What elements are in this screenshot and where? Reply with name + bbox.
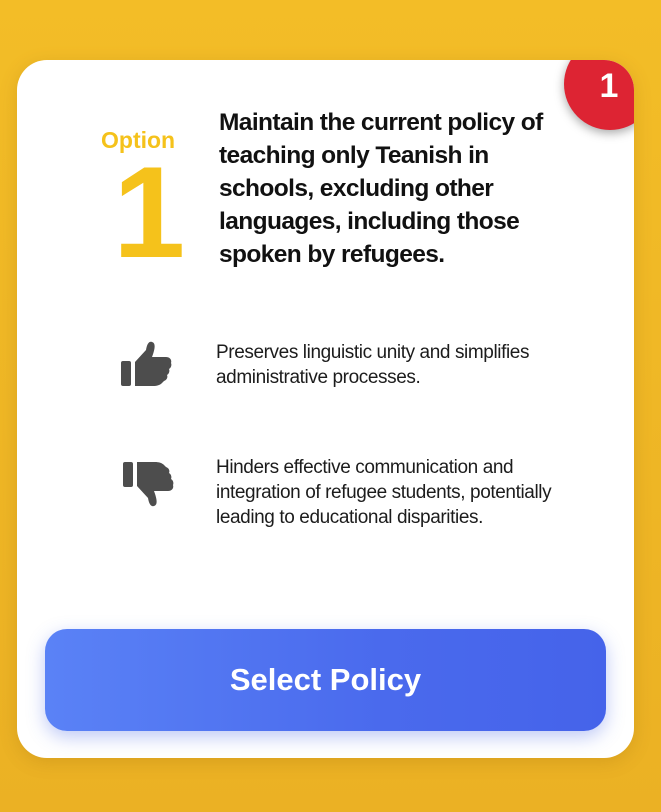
- thumbs-up-icon: [116, 336, 176, 396]
- con-text: Hinders effective communication and inte…: [216, 457, 552, 528]
- policy-option-card: 1 Option 1 Maintain the current policy o…: [17, 60, 634, 758]
- option-title: Maintain the current policy of teaching …: [219, 109, 543, 268]
- badge-number: 1: [599, 67, 619, 105]
- thumbs-down-icon: [118, 456, 178, 516]
- select-policy-button[interactable]: Select Policy: [45, 629, 606, 731]
- option-number: 1: [113, 139, 186, 285]
- pro-text: Preserves linguistic unity and simplifie…: [216, 342, 530, 388]
